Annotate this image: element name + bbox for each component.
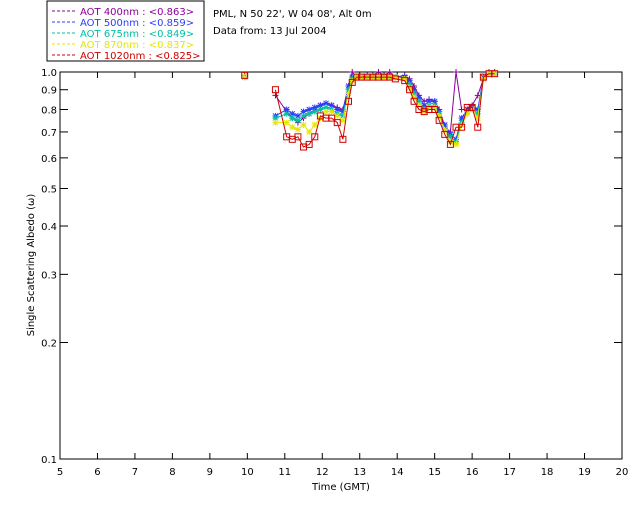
legend-entry: AOT 870nm : <0.837> bbox=[80, 40, 194, 51]
x-tick-label: 17 bbox=[503, 467, 516, 478]
x-tick-label: 5 bbox=[57, 467, 63, 478]
y-tick-label: 0.4 bbox=[41, 222, 57, 233]
data-point bbox=[294, 126, 301, 133]
x-ticks: 5 6 7 8 9 10 11 12 13 14 15 16 17 18 19 20 bbox=[57, 72, 629, 478]
x-tick-label: 15 bbox=[428, 467, 441, 478]
data-point bbox=[328, 108, 335, 115]
y-tick-label: 0.5 bbox=[41, 184, 57, 195]
info-location: PML, N 50 22', W 04 08', Alt 0m bbox=[213, 9, 372, 20]
data-point bbox=[300, 112, 307, 119]
series-line bbox=[275, 73, 495, 141]
y-ticks: 0.1 0.2 0.3 0.4 0.5 0.6 0.7 0.8 0.9 1.0 bbox=[41, 68, 622, 466]
y-tick-label: 0.2 bbox=[41, 339, 57, 350]
x-tick-label: 6 bbox=[94, 467, 100, 478]
y-tick-label: 0.9 bbox=[41, 86, 57, 97]
legend-entry: AOT 675nm : <0.849> bbox=[80, 29, 194, 40]
data-point bbox=[272, 119, 279, 126]
y-tick-label: 0.8 bbox=[41, 106, 57, 117]
data-point bbox=[334, 112, 341, 119]
plot-frame bbox=[59, 71, 623, 460]
data-point bbox=[306, 128, 313, 135]
y-tick-label: 0.7 bbox=[41, 128, 57, 139]
legend-entry: AOT 400nm : <0.863> bbox=[80, 7, 194, 18]
x-tick-label: 7 bbox=[132, 467, 138, 478]
data-point bbox=[317, 106, 324, 113]
series-4 bbox=[241, 70, 499, 151]
data-point bbox=[241, 74, 248, 81]
y-tick-label: 0.3 bbox=[41, 270, 57, 281]
x-tick-label: 16 bbox=[466, 467, 479, 478]
x-tick-label: 20 bbox=[616, 467, 629, 478]
data-point bbox=[283, 119, 290, 126]
y-tick-label: 1.0 bbox=[41, 68, 57, 79]
x-tick-label: 14 bbox=[391, 467, 404, 478]
data-point bbox=[453, 141, 460, 148]
data-point bbox=[323, 108, 330, 115]
x-tick-label: 12 bbox=[316, 467, 329, 478]
legend-entry: AOT 500nm : <0.859> bbox=[80, 18, 194, 29]
data-point bbox=[306, 110, 313, 117]
x-tick-label: 19 bbox=[578, 467, 591, 478]
x-tick-label: 18 bbox=[541, 467, 554, 478]
x-tick-label: 8 bbox=[169, 467, 175, 478]
data-point bbox=[311, 121, 318, 128]
x-tick-label: 10 bbox=[241, 467, 254, 478]
data-point bbox=[283, 110, 290, 117]
x-axis-label: Time (GMT) bbox=[311, 482, 370, 493]
legend-entry: AOT 1020nm : <0.825> bbox=[80, 51, 200, 62]
data-point bbox=[458, 106, 465, 113]
data-point bbox=[311, 108, 318, 115]
info-date: Data from: 13 Jul 2004 bbox=[213, 26, 326, 37]
data-point bbox=[294, 117, 301, 124]
legend: AOT 400nm : <0.863>AOT 500nm : <0.859>AO… bbox=[46, 0, 205, 62]
data-point bbox=[289, 115, 296, 122]
series-layer bbox=[241, 69, 499, 151]
data-point bbox=[289, 124, 296, 131]
x-tick-label: 9 bbox=[207, 467, 213, 478]
y-tick-label: 0.6 bbox=[41, 154, 57, 165]
y-axis-label: Single Scattering Albedo (ω) bbox=[26, 194, 37, 337]
x-tick-label: 13 bbox=[353, 467, 366, 478]
data-point bbox=[300, 121, 307, 128]
albedo-chart: AOT 400nm : <0.863>AOT 500nm : <0.859>AO… bbox=[26, 0, 629, 493]
y-tick-label: 0.1 bbox=[41, 455, 57, 466]
x-tick-label: 11 bbox=[278, 467, 291, 478]
data-point bbox=[453, 69, 460, 75]
